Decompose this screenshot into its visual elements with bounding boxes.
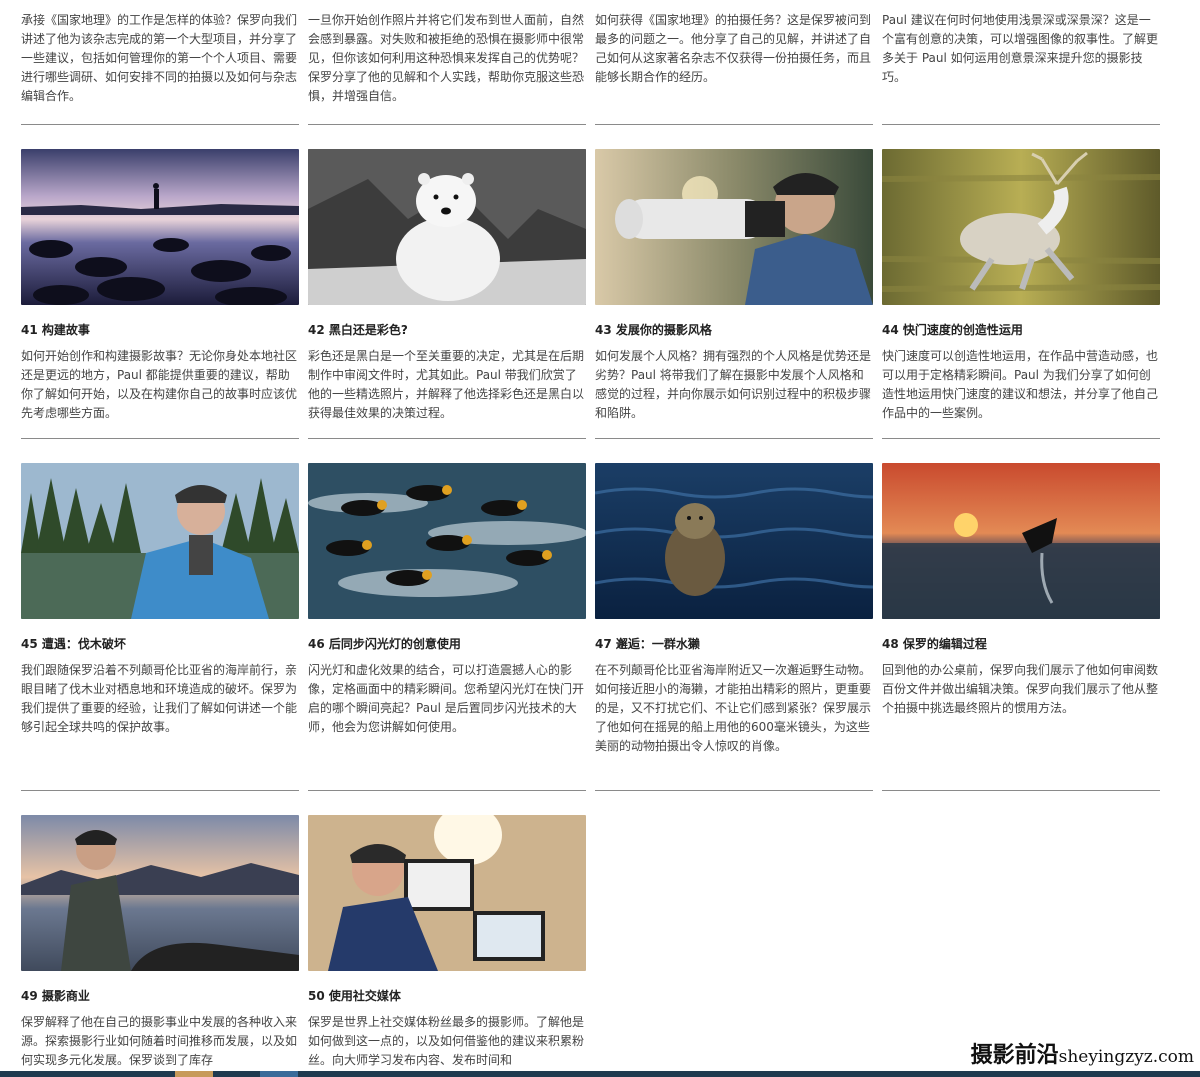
lesson-card: 一旦你开始创作照片并将它们发布到世人面前，自然会感到暴露。对失败和被拒绝的恐惧在… xyxy=(308,11,586,106)
row-divider xyxy=(21,124,299,125)
lesson-title[interactable]: 42 黑白还是彩色? xyxy=(308,322,586,338)
lesson-title[interactable]: 43 发展你的摄影风格 xyxy=(595,322,873,338)
lesson-card-46: 46 后同步闪光灯的创意使用 闪光灯和虚化效果的结合，可以打造震撼人心的影像，定… xyxy=(308,463,586,737)
lesson-description: 如何发展个人风格？拥有强烈的个人风格是优势还是劣势？Paul 将带我们了解在摄影… xyxy=(595,349,872,420)
lesson-card-47: 47 邂逅：一群水獭 在不列颠哥伦比亚省海岸附近又一次邂逅野生动物。如何接近胆小… xyxy=(595,463,873,756)
lesson-description: 承接《国家地理》的工作是怎样的体验？保罗向我们讲述了他为该杂志完成的第一个大型项… xyxy=(21,13,298,103)
lesson-description: 保罗解释了他在自己的摄影事业中发展的各种收入来源。探索摄影行业如何随着时间推移而… xyxy=(21,1015,298,1067)
row-divider xyxy=(308,124,586,125)
row-divider xyxy=(308,790,586,791)
lesson-thumbnail[interactable] xyxy=(308,815,586,971)
lesson-card: 如何获得《国家地理》的拍摄任务？这是保罗被问到最多的问题之一。他分享了自己的见解… xyxy=(595,11,873,87)
lesson-thumbnail[interactable] xyxy=(21,463,299,619)
watermark-cn: 摄影前沿 xyxy=(970,1042,1059,1068)
lesson-title[interactable]: 48 保罗的编辑过程 xyxy=(882,636,1160,652)
lesson-card-43: 43 发展你的摄影风格 如何发展个人风格？拥有强烈的个人风格是优势还是劣势？Pa… xyxy=(595,149,873,423)
row-divider xyxy=(21,438,299,439)
lesson-description: 我们跟随保罗沿着不列颠哥伦比亚省的海岸前行，亲眼目睹了伐木业对栖息地和环境造成的… xyxy=(21,663,298,734)
lesson-description: 快门速度可以创造性地运用，在作品中营造动感，也可以用于定格精彩瞬间。Paul 为… xyxy=(882,349,1159,420)
row-divider xyxy=(882,438,1160,439)
lesson-title[interactable]: 49 摄影商业 xyxy=(21,988,299,1004)
lesson-title[interactable]: 45 遭遇：伐木破坏 xyxy=(21,636,299,652)
lesson-card: Paul 建议在何时何地使用浅景深或深景深？这是一个富有创意的决策，可以增强图像… xyxy=(882,11,1160,87)
row-divider xyxy=(882,790,1160,791)
lesson-description: 如何获得《国家地理》的拍摄任务？这是保罗被问到最多的问题之一。他分享了自己的见解… xyxy=(595,13,872,84)
taskbar-item[interactable] xyxy=(175,1071,213,1077)
lesson-thumbnail[interactable] xyxy=(308,149,586,305)
lesson-card: 承接《国家地理》的工作是怎样的体验？保罗向我们讲述了他为该杂志完成的第一个大型项… xyxy=(21,11,299,106)
lesson-description: 一旦你开始创作照片并将它们发布到世人面前，自然会感到暴露。对失败和被拒绝的恐惧在… xyxy=(308,13,585,103)
lesson-thumbnail[interactable] xyxy=(595,149,873,305)
lesson-description: 彩色还是黑白是一个至关重要的决定，尤其是在后期制作中审阅文件时，尤其如此。Pau… xyxy=(308,349,585,420)
row-divider xyxy=(595,438,873,439)
lesson-title[interactable]: 50 使用社交媒体 xyxy=(308,988,586,1004)
watermark-url: sheyingzyz.com xyxy=(1058,1047,1194,1067)
row-divider xyxy=(882,124,1160,125)
watermark: 摄影前沿sheyingzyz.com xyxy=(971,1037,1194,1069)
lesson-description: 如何开始创作和构建摄影故事？无论你身处本地社区还是更远的地方，Paul 都能提供… xyxy=(21,349,298,420)
row-divider xyxy=(21,790,299,791)
lesson-thumbnail[interactable] xyxy=(21,815,299,971)
row-divider xyxy=(308,438,586,439)
lesson-description: Paul 建议在何时何地使用浅景深或深景深？这是一个富有创意的决策，可以增强图像… xyxy=(882,13,1159,84)
lesson-description: 回到他的办公桌前，保罗向我们展示了他如何审阅数百份文件并做出编辑决策。保罗向我们… xyxy=(882,663,1159,715)
lesson-title[interactable]: 41 构建故事 xyxy=(21,322,299,338)
lesson-title[interactable]: 46 后同步闪光灯的创意使用 xyxy=(308,636,586,652)
lesson-card-50: 50 使用社交媒体 保罗是世界上社交媒体粉丝最多的摄影师。了解他是如何做到这一点… xyxy=(308,815,586,1070)
lesson-thumbnail[interactable] xyxy=(882,149,1160,305)
lesson-description: 在不列颠哥伦比亚省海岸附近又一次邂逅野生动物。如何接近胆小的海獭，才能拍出精彩的… xyxy=(595,663,872,753)
lesson-card-45: 45 遭遇：伐木破坏 我们跟随保罗沿着不列颠哥伦比亚省的海岸前行，亲眼目睹了伐木… xyxy=(21,463,299,737)
taskbar-item[interactable] xyxy=(260,1071,298,1077)
lesson-thumbnail[interactable] xyxy=(595,463,873,619)
lesson-card-44: 44 快门速度的创造性运用 快门速度可以创造性地运用，在作品中营造动感，也可以用… xyxy=(882,149,1160,423)
lesson-thumbnail[interactable] xyxy=(308,463,586,619)
lesson-card-49: 49 摄影商业 保罗解释了他在自己的摄影事业中发展的各种收入来源。探索摄影行业如… xyxy=(21,815,299,1070)
lesson-card-42: 42 黑白还是彩色? 彩色还是黑白是一个至关重要的决定，尤其是在后期制作中审阅文… xyxy=(308,149,586,423)
row-divider xyxy=(595,790,873,791)
lesson-card-41: 41 构建故事 如何开始创作和构建摄影故事？无论你身处本地社区还是更远的地方，P… xyxy=(21,149,299,423)
lesson-thumbnail[interactable] xyxy=(21,149,299,305)
taskbar xyxy=(0,1071,1200,1077)
lesson-description: 闪光灯和虚化效果的结合，可以打造震撼人心的影像，定格画面中的精彩瞬间。您希望闪光… xyxy=(308,663,585,734)
lesson-description: 保罗是世界上社交媒体粉丝最多的摄影师。了解他是如何做到这一点的，以及如何借鉴他的… xyxy=(308,1015,585,1067)
lesson-card-48: 48 保罗的编辑过程 回到他的办公桌前，保罗向我们展示了他如何审阅数百份文件并做… xyxy=(882,463,1160,718)
row-divider xyxy=(595,124,873,125)
lesson-title[interactable]: 47 邂逅：一群水獭 xyxy=(595,636,873,652)
lesson-thumbnail[interactable] xyxy=(882,463,1160,619)
lesson-title[interactable]: 44 快门速度的创造性运用 xyxy=(882,322,1160,338)
